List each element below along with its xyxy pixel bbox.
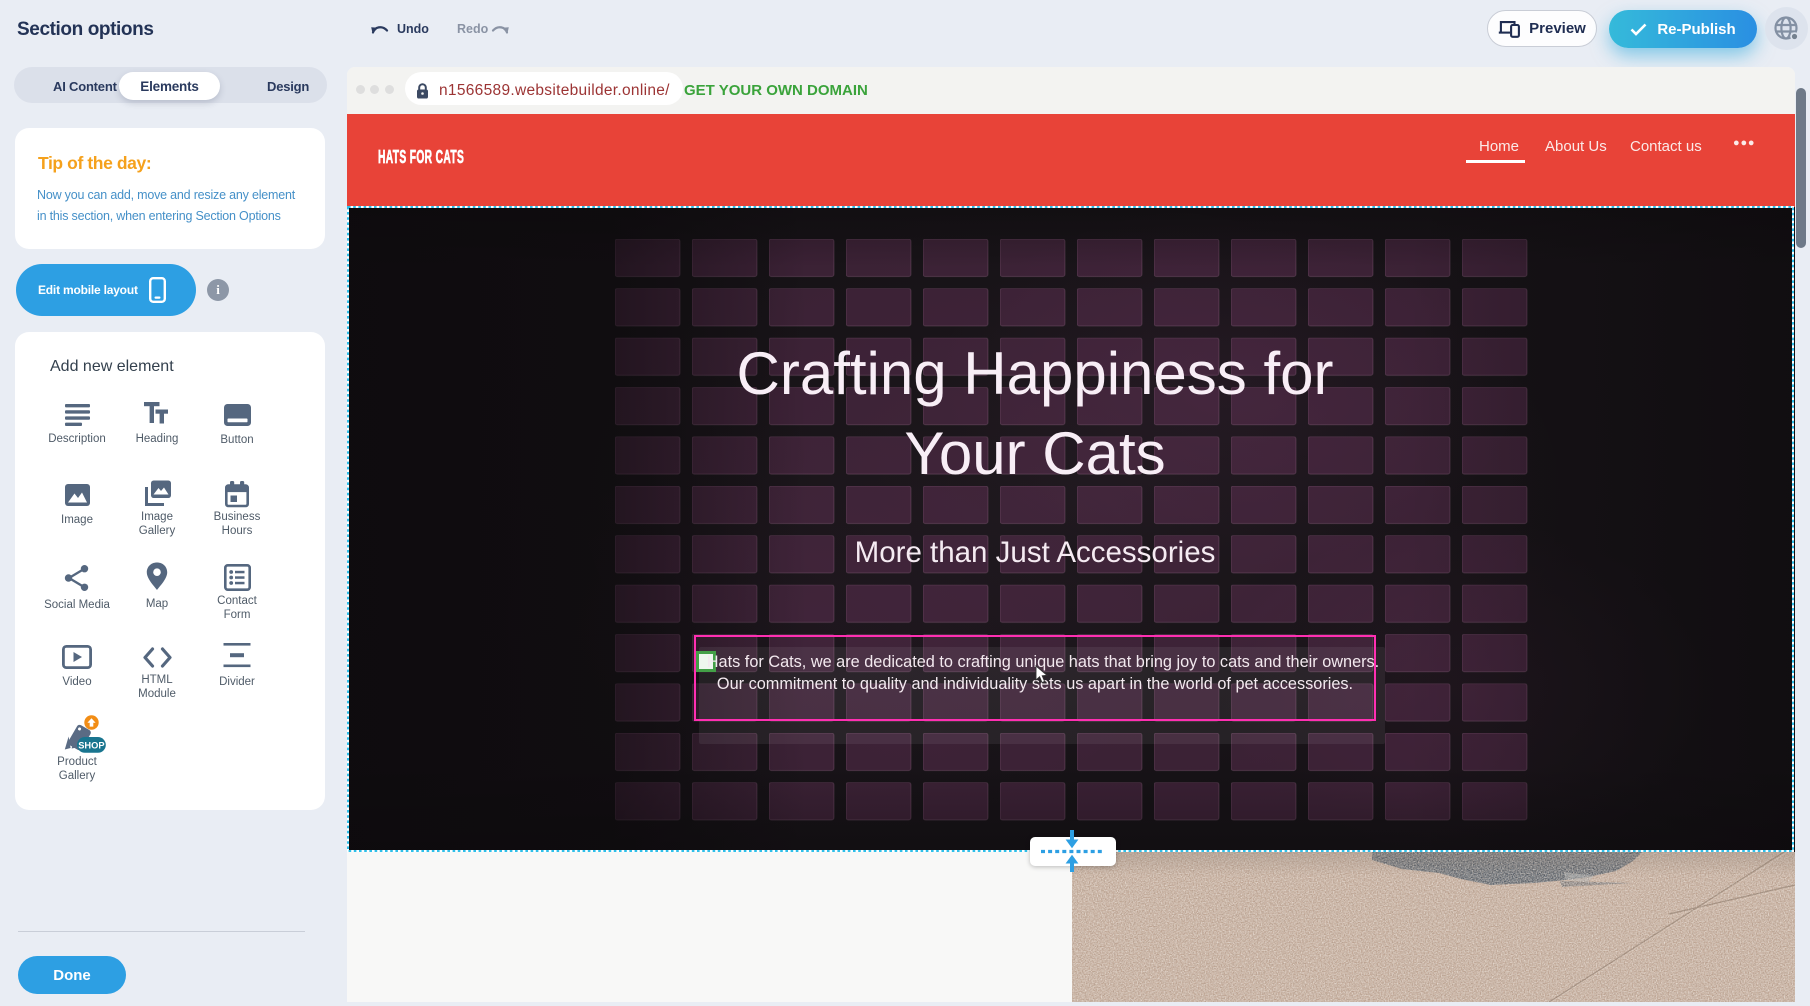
svg-text:SHOP: SHOP: [78, 741, 104, 751]
